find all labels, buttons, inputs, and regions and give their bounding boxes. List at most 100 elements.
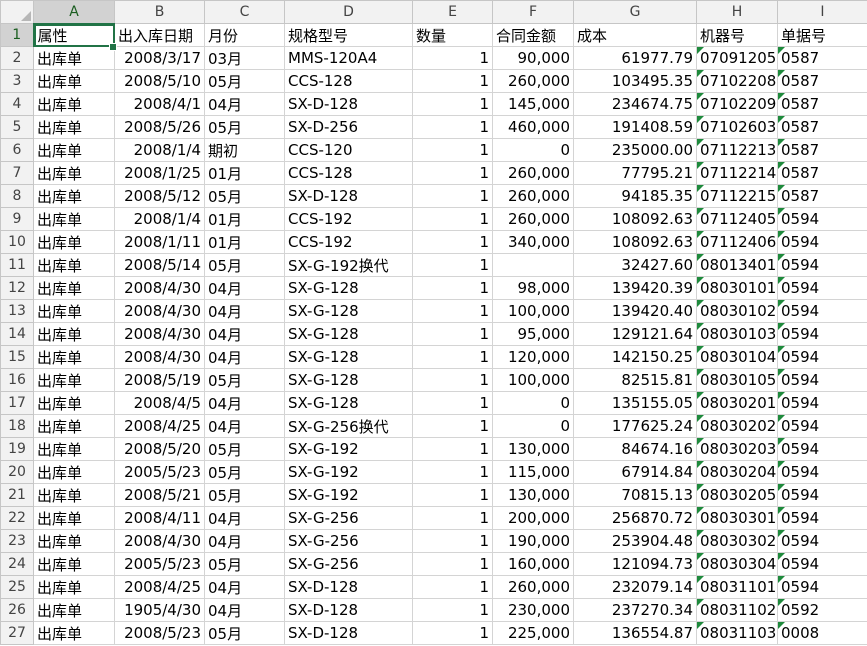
cell-quantity[interactable]: 1 xyxy=(412,414,493,438)
row-header[interactable]: 2 xyxy=(0,46,34,70)
cell-model[interactable]: SX-D-128 xyxy=(284,621,413,645)
cell-machine-no[interactable]: 08030205 xyxy=(696,483,778,507)
row-header[interactable]: 27 xyxy=(0,621,34,645)
cell-doc-no[interactable]: 0587 xyxy=(777,184,867,208)
cell-quantity[interactable]: 1 xyxy=(412,253,493,277)
cell-cost[interactable]: 77795.21 xyxy=(573,161,697,185)
cell-machine-no[interactable]: 07112215 xyxy=(696,184,778,208)
cell-cost[interactable]: 253904.48 xyxy=(573,529,697,553)
cell-month[interactable]: 05月 xyxy=(204,552,285,576)
cell-month[interactable]: 04月 xyxy=(204,575,285,599)
cell-cost[interactable]: 177625.24 xyxy=(573,414,697,438)
cell-model[interactable]: CCS-120 xyxy=(284,138,413,162)
cell-quantity[interactable]: 1 xyxy=(412,437,493,461)
cell-doc-no[interactable]: 0594 xyxy=(777,529,867,553)
cell-month[interactable]: 01月 xyxy=(204,230,285,254)
cell-attribute[interactable]: 出库单 xyxy=(33,230,115,254)
cell-doc-no[interactable]: 0594 xyxy=(777,276,867,300)
cell-doc-no[interactable]: 0594 xyxy=(777,299,867,323)
cell-machine-no[interactable]: 07112405 xyxy=(696,207,778,231)
cell-month[interactable]: 04月 xyxy=(204,276,285,300)
column-header-e[interactable]: E xyxy=(412,0,493,24)
cell-model[interactable]: SX-G-192换代 xyxy=(284,253,413,277)
header-cell-cost[interactable]: 成本 xyxy=(573,23,697,47)
cell-model[interactable]: MMS-120A4 xyxy=(284,46,413,70)
cell-machine-no[interactable]: 08031102 xyxy=(696,598,778,622)
cell-model[interactable]: CCS-128 xyxy=(284,161,413,185)
cell-attribute[interactable]: 出库单 xyxy=(33,299,115,323)
cell-attribute[interactable]: 出库单 xyxy=(33,506,115,530)
cell-date[interactable]: 2005/5/23 xyxy=(114,460,205,484)
cell-month[interactable]: 05月 xyxy=(204,437,285,461)
cell-contract-amount[interactable]: 0 xyxy=(492,414,574,438)
cell-month[interactable]: 05月 xyxy=(204,460,285,484)
cell-model[interactable]: SX-G-192 xyxy=(284,460,413,484)
cell-date[interactable]: 2008/4/25 xyxy=(114,414,205,438)
cell-date[interactable]: 2008/1/25 xyxy=(114,161,205,185)
header-cell-doc-no[interactable]: 单据号 xyxy=(777,23,867,47)
cell-doc-no[interactable]: 0594 xyxy=(777,391,867,415)
cell-machine-no[interactable]: 08030203 xyxy=(696,437,778,461)
cell-date[interactable]: 2008/5/14 xyxy=(114,253,205,277)
cell-attribute[interactable]: 出库单 xyxy=(33,368,115,392)
header-cell-quantity[interactable]: 数量 xyxy=(412,23,493,47)
column-header-i[interactable]: I xyxy=(777,0,867,24)
cell-machine-no[interactable]: 07102603 xyxy=(696,115,778,139)
cell-machine-no[interactable]: 07112214 xyxy=(696,161,778,185)
cell-month[interactable]: 04月 xyxy=(204,529,285,553)
cell-quantity[interactable]: 1 xyxy=(412,230,493,254)
cell-month[interactable]: 04月 xyxy=(204,299,285,323)
cell-quantity[interactable]: 1 xyxy=(412,460,493,484)
cell-attribute[interactable]: 出库单 xyxy=(33,598,115,622)
cell-model[interactable]: CCS-192 xyxy=(284,207,413,231)
cell-attribute[interactable]: 出库单 xyxy=(33,46,115,70)
cell-machine-no[interactable]: 08030101 xyxy=(696,276,778,300)
cell-attribute[interactable]: 出库单 xyxy=(33,414,115,438)
cell-month[interactable]: 05月 xyxy=(204,621,285,645)
cell-quantity[interactable]: 1 xyxy=(412,184,493,208)
header-cell-contract-amount[interactable]: 合同金额 xyxy=(492,23,574,47)
cell-cost[interactable]: 108092.63 xyxy=(573,230,697,254)
cell-machine-no[interactable]: 08013401 xyxy=(696,253,778,277)
cell-quantity[interactable]: 1 xyxy=(412,115,493,139)
cell-month[interactable]: 05月 xyxy=(204,368,285,392)
cell-model[interactable]: SX-G-128 xyxy=(284,322,413,346)
cell-cost[interactable]: 32427.60 xyxy=(573,253,697,277)
cell-date[interactable]: 2008/4/1 xyxy=(114,92,205,116)
cell-month[interactable]: 05月 xyxy=(204,69,285,93)
cell-cost[interactable]: 191408.59 xyxy=(573,115,697,139)
cell-attribute[interactable]: 出库单 xyxy=(33,322,115,346)
row-header[interactable]: 13 xyxy=(0,299,34,323)
cell-machine-no[interactable]: 08030301 xyxy=(696,506,778,530)
cell-machine-no[interactable]: 08030302 xyxy=(696,529,778,553)
cell-model[interactable]: SX-G-128 xyxy=(284,391,413,415)
cell-date[interactable]: 2008/5/19 xyxy=(114,368,205,392)
cell-attribute[interactable]: 出库单 xyxy=(33,276,115,300)
cell-contract-amount[interactable]: 95,000 xyxy=(492,322,574,346)
cell-model[interactable]: SX-D-128 xyxy=(284,92,413,116)
cell-machine-no[interactable]: 08030304 xyxy=(696,552,778,576)
cell-quantity[interactable]: 1 xyxy=(412,276,493,300)
cell-model[interactable]: SX-D-256 xyxy=(284,115,413,139)
cell-quantity[interactable]: 1 xyxy=(412,46,493,70)
row-header[interactable]: 7 xyxy=(0,161,34,185)
row-header[interactable]: 8 xyxy=(0,184,34,208)
cell-cost[interactable]: 129121.64 xyxy=(573,322,697,346)
cell-attribute[interactable]: 出库单 xyxy=(33,575,115,599)
cell-doc-no[interactable]: 0594 xyxy=(777,483,867,507)
cell-date[interactable]: 2008/1/11 xyxy=(114,230,205,254)
cell-model[interactable]: CCS-128 xyxy=(284,69,413,93)
row-header[interactable]: 18 xyxy=(0,414,34,438)
cell-cost[interactable]: 136554.87 xyxy=(573,621,697,645)
cell-date[interactable]: 2008/5/12 xyxy=(114,184,205,208)
cell-date[interactable]: 2008/3/17 xyxy=(114,46,205,70)
cell-month[interactable]: 01月 xyxy=(204,161,285,185)
cell-month[interactable]: 04月 xyxy=(204,345,285,369)
cell-quantity[interactable]: 1 xyxy=(412,138,493,162)
cell-quantity[interactable]: 1 xyxy=(412,621,493,645)
cell-contract-amount[interactable]: 120,000 xyxy=(492,345,574,369)
column-header-g[interactable]: G xyxy=(573,0,697,24)
cell-model[interactable]: SX-G-256 xyxy=(284,552,413,576)
cell-doc-no[interactable]: 0587 xyxy=(777,69,867,93)
cell-contract-amount[interactable]: 90,000 xyxy=(492,46,574,70)
